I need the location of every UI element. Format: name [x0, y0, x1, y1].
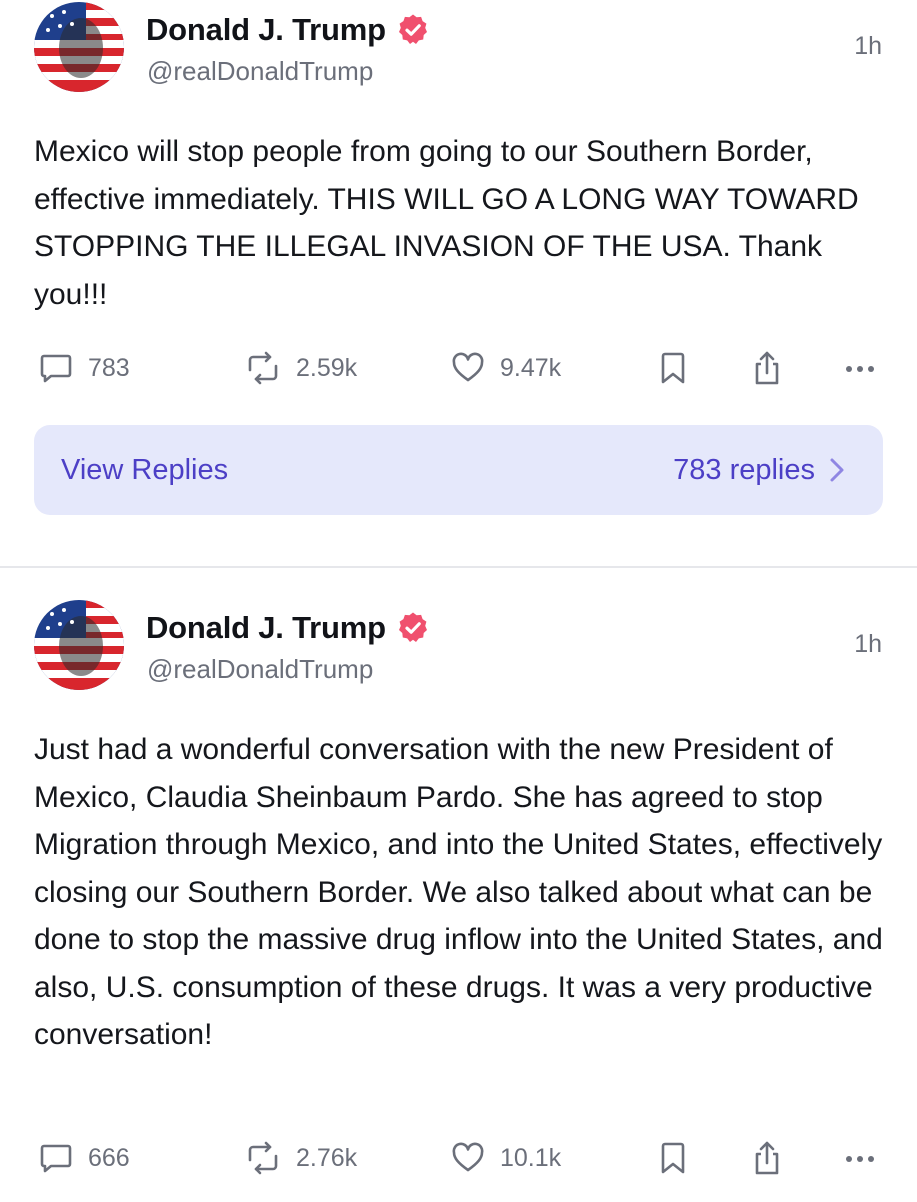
reply-button[interactable]: 783 [38, 348, 130, 388]
post-timestamp: 1h [854, 630, 882, 658]
author-row: Donald J. Trump [146, 608, 430, 648]
view-replies-label: View Replies [61, 453, 229, 486]
share-button[interactable] [750, 348, 784, 388]
post: Donald J. Trump @realDonaldTrump 1h Mexi… [0, 0, 917, 566]
post-timestamp: 1h [854, 32, 882, 60]
repost-count: 2.59k [296, 353, 358, 382]
post-actions: 666 2.76k 10.1k [0, 1138, 917, 1178]
more-icon [846, 366, 874, 372]
like-button[interactable]: 9.47k [450, 348, 561, 388]
bookmark-icon [661, 352, 685, 384]
verified-badge-icon [398, 14, 427, 44]
avatar[interactable] [34, 2, 124, 92]
bookmark-button[interactable] [658, 1138, 688, 1178]
bookmark-icon [661, 1142, 685, 1174]
more-options-button[interactable] [843, 1138, 877, 1178]
bookmark-button[interactable] [658, 348, 688, 388]
share-icon [755, 1141, 779, 1175]
repost-icon [248, 351, 278, 385]
reply-count: 783 [88, 353, 130, 382]
post-text: Just had a wonderful conversation with t… [34, 733, 883, 1051]
author-handle[interactable]: @realDonaldTrump [147, 654, 373, 685]
like-count: 10.1k [500, 1143, 562, 1172]
author-row: Donald J. Trump [146, 10, 430, 50]
repost-count: 2.76k [296, 1143, 358, 1172]
post: Donald J. Trump @realDonaldTrump 1h Just… [0, 566, 917, 1202]
more-options-button[interactable] [843, 348, 877, 388]
share-icon [755, 351, 779, 385]
like-count: 9.47k [500, 353, 562, 382]
heart-icon [452, 1142, 484, 1172]
post-actions: 783 2.59k 9.47k [0, 348, 917, 388]
verified-badge-icon [398, 612, 427, 642]
heart-icon [452, 352, 484, 382]
author-name[interactable]: Donald J. Trump [146, 12, 386, 48]
replies-summary: 783 replies [673, 454, 845, 487]
repost-icon [248, 1141, 278, 1175]
like-button[interactable]: 10.1k [450, 1138, 561, 1178]
repost-button[interactable]: 2.59k [244, 348, 357, 388]
replies-count-label: 783 replies [673, 453, 815, 486]
author-name[interactable]: Donald J. Trump [146, 610, 386, 646]
share-button[interactable] [750, 1138, 784, 1178]
view-replies-button[interactable]: View Replies 783 replies [34, 425, 883, 515]
more-icon [846, 1156, 874, 1162]
post-text: Mexico will stop people from going to ou… [34, 135, 859, 311]
avatar[interactable] [34, 600, 124, 690]
reply-button[interactable]: 666 [38, 1138, 130, 1178]
comment-icon [40, 354, 72, 383]
comment-icon [40, 1144, 72, 1173]
reply-count: 666 [88, 1143, 130, 1172]
repost-button[interactable]: 2.76k [244, 1138, 357, 1178]
chevron-right-icon [830, 458, 844, 482]
author-handle[interactable]: @realDonaldTrump [147, 56, 373, 87]
